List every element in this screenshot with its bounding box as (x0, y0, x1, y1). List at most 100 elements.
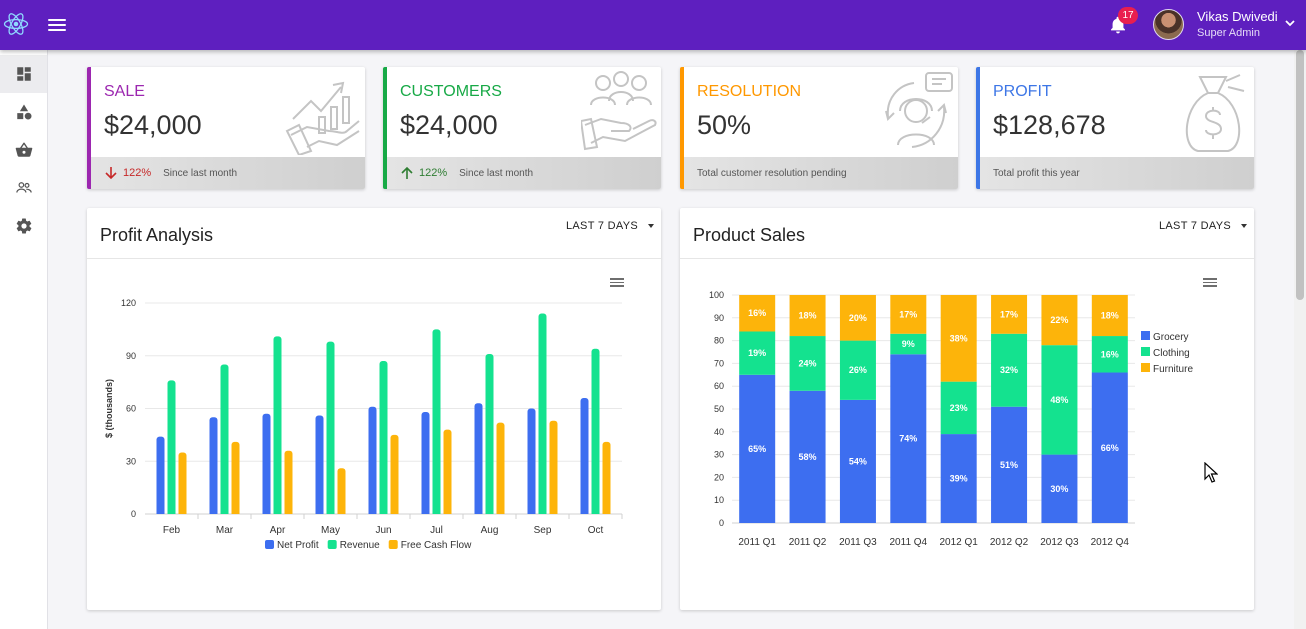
chevron-down-icon[interactable] (1283, 16, 1297, 30)
top-app-bar: 17 Vikas Dwivedi Super Admin (0, 0, 1306, 50)
y-tick-label: 0 (719, 518, 724, 528)
bar-net-profit (368, 406, 377, 514)
sidebar-item-dashboard[interactable] (0, 55, 47, 93)
stat-card-customers: CUSTOMERS $24,000 122% Since last month (383, 67, 661, 189)
arrow-up-icon (401, 166, 413, 179)
x-tick-label: May (321, 525, 340, 536)
bar-free-cash-flow (390, 434, 399, 514)
bar-base (368, 510, 377, 514)
react-logo-icon[interactable] (2, 10, 30, 38)
bar-base (538, 510, 547, 514)
bar-revenue (379, 361, 388, 514)
stat-title: RESOLUTION (697, 83, 802, 100)
profit-analysis-panel: Profit Analysis LAST 7 DAYS 0 30 60 90 120 Fe… (87, 208, 661, 610)
stat-card-profit: PROFIT $128,678 Total profit this year (976, 67, 1254, 189)
stat-value: 50% (697, 110, 752, 140)
money-bag-icon (1185, 74, 1245, 152)
data-label: 23% (950, 403, 968, 413)
bar-base (220, 510, 229, 514)
bar-base (527, 510, 536, 514)
y-tick-label: 30 (714, 450, 724, 460)
bar-base (262, 510, 271, 514)
legend-swatch (388, 540, 398, 549)
sidebar (0, 50, 48, 629)
product-sales-chart: 0 10 20 30 40 50 60 70 80 90 100 2011 Q1 65% 19% 16% 20… (709, 290, 1193, 548)
bar-base (496, 510, 505, 514)
panel-divider (87, 258, 661, 259)
x-tick-label: 2012 Q3 (1040, 537, 1079, 548)
bar-base (602, 510, 611, 514)
bar-base (485, 510, 494, 514)
user-avatar[interactable] (1153, 9, 1184, 40)
data-label: 24% (799, 358, 817, 368)
x-tick-label: Jul (430, 525, 443, 536)
bar-base (443, 510, 452, 514)
hamburger-menu-icon[interactable] (48, 16, 66, 34)
x-tick-label: 2011 Q2 (789, 537, 827, 548)
data-label: 48% (1050, 395, 1068, 405)
bar-free-cash-flow (496, 422, 505, 514)
data-label: 30% (1050, 484, 1068, 494)
stat-card-sale: SALE $24,000 122% Since last month (87, 67, 365, 189)
data-label: 26% (849, 365, 867, 375)
data-label: 9% (902, 339, 915, 349)
hand-growth-chart-icon (285, 81, 360, 155)
stat-value: $24,000 (400, 110, 498, 140)
data-label: 74% (899, 434, 917, 444)
data-label: 58% (799, 452, 817, 462)
legend-label: Furniture (1153, 364, 1193, 375)
bar-net-profit (474, 403, 483, 514)
bar-base (591, 510, 600, 514)
stat-title: CUSTOMERS (400, 83, 502, 100)
data-label: 32% (1000, 365, 1018, 375)
mouse-cursor-icon (1204, 462, 1218, 483)
y-tick-label: 40 (714, 427, 724, 437)
bar-net-profit (421, 412, 430, 514)
y-tick-label: 60 (714, 381, 724, 391)
bar-net-profit (262, 413, 271, 514)
range-select-button[interactable]: LAST 7 DAYS (1159, 220, 1247, 232)
range-select-label: LAST 7 DAYS (1159, 220, 1231, 232)
caret-down-icon (1240, 224, 1247, 228)
x-tick-label: Aug (481, 525, 499, 536)
bar-net-profit (156, 436, 165, 514)
user-role: Super Admin (1197, 27, 1260, 39)
legend-swatch (1141, 363, 1150, 372)
sidebar-item-shapes[interactable] (0, 93, 47, 131)
x-tick-label: 2012 Q4 (1091, 537, 1130, 548)
bar-net-profit (209, 417, 218, 514)
data-label: 17% (899, 309, 917, 319)
x-tick-label: Mar (216, 525, 234, 536)
bar-free-cash-flow (231, 441, 240, 514)
y-tick-label: 0 (131, 509, 136, 519)
sidebar-item-people[interactable] (0, 169, 47, 207)
people-icon (15, 182, 32, 193)
y-tick-label: 60 (126, 404, 136, 414)
stat-footer: Total customer resolution pending (684, 157, 958, 189)
legend-label: Free Cash Flow (401, 540, 472, 551)
legend-swatch (1141, 331, 1150, 340)
data-label: 16% (1101, 349, 1119, 359)
stat-value: $128,678 (993, 110, 1106, 140)
bar-free-cash-flow (284, 450, 293, 514)
bar-base (315, 510, 324, 514)
sidebar-item-settings[interactable] (0, 207, 47, 245)
stat-note: Total profit this year (993, 167, 1080, 179)
data-label: 17% (1000, 309, 1018, 319)
x-tick-label: Jun (375, 525, 391, 536)
support-agent-icon (885, 72, 953, 148)
bar-base (474, 510, 483, 514)
page-scrollbar[interactable] (1294, 50, 1306, 629)
range-select-button[interactable]: LAST 7 DAYS (566, 220, 654, 232)
arrow-down-icon (105, 167, 117, 180)
legend-label: Grocery (1153, 332, 1189, 343)
sidebar-item-basket[interactable] (0, 131, 47, 169)
data-label: 66% (1101, 443, 1119, 453)
stat-note: Since last month (163, 167, 238, 179)
x-tick-label: 2011 Q1 (738, 537, 776, 548)
data-label: 18% (799, 311, 817, 321)
bar-free-cash-flow (443, 429, 452, 514)
stat-title: SALE (104, 83, 145, 100)
stat-footer: Total profit this year (980, 157, 1254, 189)
scrollbar-thumb[interactable] (1296, 50, 1304, 300)
